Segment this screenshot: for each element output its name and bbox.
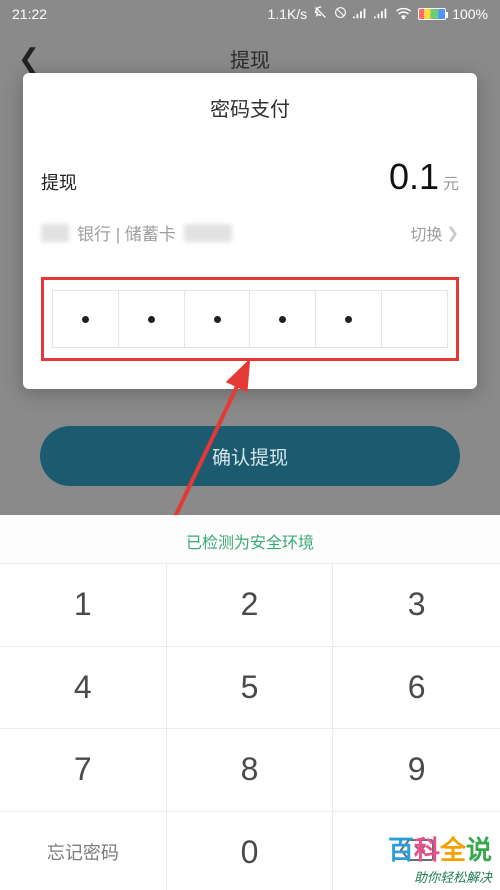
pin-cell-6 (381, 290, 448, 348)
background-title: 提现 (230, 44, 270, 73)
pin-input[interactable] (52, 290, 448, 348)
pin-cell-4 (249, 290, 315, 348)
bank-name-redacted (41, 224, 69, 242)
payment-password-modal: 密码支付 提现 0.1元 银行 | 储蓄卡 切换 ❯ (23, 73, 477, 389)
pin-input-highlight (41, 277, 459, 361)
amount-label: 提现 (41, 169, 77, 195)
key-2[interactable]: 2 (167, 563, 334, 646)
safe-environment-text: 已检测为安全环境 (0, 515, 500, 563)
pin-cell-5 (315, 290, 381, 348)
signal-icon-1 (353, 6, 368, 22)
confirm-withdraw-button[interactable]: 确认提现 (40, 426, 460, 486)
key-3[interactable]: 3 (333, 563, 500, 646)
back-icon[interactable]: ❮ (18, 43, 40, 74)
confirm-label: 确认提现 (212, 443, 288, 470)
key-9[interactable]: 9 (333, 728, 500, 811)
key-forgot-password[interactable]: 忘记密码 (0, 811, 167, 890)
mute-icon (313, 5, 328, 23)
key-7[interactable]: 7 (0, 728, 167, 811)
key-8[interactable]: 8 (167, 728, 334, 811)
key-0[interactable]: 0 (167, 811, 334, 890)
signal-icon-2 (374, 6, 389, 22)
key-backspace[interactable] (333, 811, 500, 890)
chevron-right-icon: ❯ (446, 224, 459, 242)
amount-wrap: 0.1元 (389, 156, 459, 198)
bank-row[interactable]: 银行 | 储蓄卡 切换 ❯ (41, 220, 459, 245)
battery-percent: 100% (452, 6, 488, 22)
amount-row: 提现 0.1元 (41, 156, 459, 198)
key-6[interactable]: 6 (333, 646, 500, 729)
wifi-icon (395, 6, 412, 22)
status-time: 21:22 (12, 6, 47, 22)
no-sim-icon (334, 6, 347, 22)
bank-info: 银行 | 储蓄卡 (41, 220, 232, 245)
status-right-cluster: 1.1K/s 100% (267, 5, 488, 23)
amount-value: 0.1 (389, 156, 439, 197)
network-speed: 1.1K/s (267, 6, 307, 22)
pin-cell-1 (52, 290, 118, 348)
backspace-icon (399, 834, 435, 871)
battery-icon (418, 8, 446, 20)
key-5[interactable]: 5 (167, 646, 334, 729)
status-bar: 21:22 1.1K/s 100% (0, 0, 500, 28)
amount-unit: 元 (443, 176, 459, 193)
modal-title: 密码支付 (41, 93, 459, 122)
bank-mid-text: 银行 | 储蓄卡 (77, 220, 176, 245)
card-number-redacted (184, 224, 232, 242)
pin-cell-3 (184, 290, 250, 348)
switch-card-link[interactable]: 切换 ❯ (410, 221, 459, 245)
switch-text: 切换 (410, 221, 442, 245)
key-4[interactable]: 4 (0, 646, 167, 729)
pin-cell-2 (118, 290, 184, 348)
key-1[interactable]: 1 (0, 563, 167, 646)
numeric-keypad: 已检测为安全环境 1 2 3 4 5 6 7 8 9 忘记密码 0 (0, 515, 500, 890)
